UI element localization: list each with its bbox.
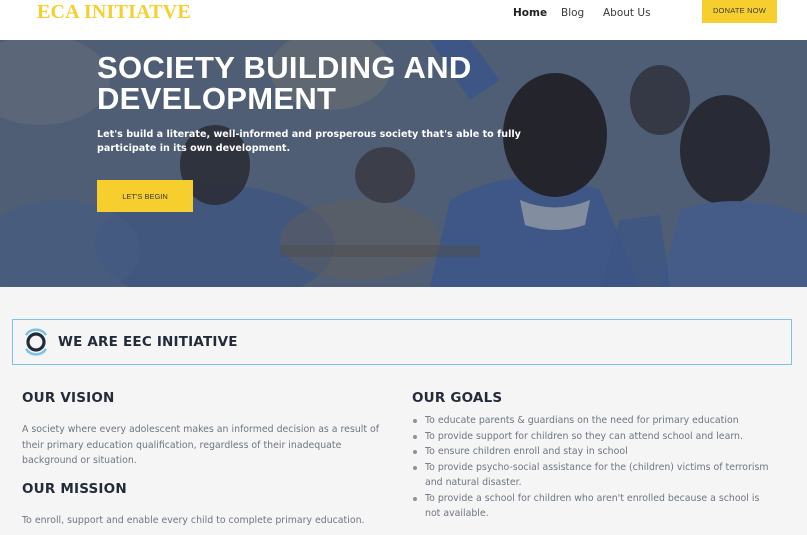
- lets-begin-button[interactable]: LET'S BEGIN: [97, 180, 193, 212]
- goals-list: To educate parents & guardians on the ne…: [412, 413, 772, 522]
- vision-text: A society where every adolescent makes a…: [22, 424, 380, 466]
- section-heading-box: WE ARE EEC INITIATIVE: [12, 319, 792, 365]
- main-nav: Home Blog About Us: [0, 7, 807, 21]
- circle-ring-icon: [24, 328, 48, 356]
- donate-now-button[interactable]: DONATE NOW: [702, 0, 777, 23]
- goals-heading: OUR GOALS: [412, 390, 503, 406]
- nav-about-us[interactable]: About Us: [603, 7, 651, 19]
- goal-item: To provide a school for children who are…: [412, 491, 772, 522]
- nav-blog[interactable]: Blog: [561, 7, 584, 19]
- section-title: WE ARE EEC INITIATIVE: [58, 334, 238, 350]
- mission-heading: OUR MISSION: [22, 481, 127, 497]
- mission-text: To enroll, support and enable every chil…: [22, 515, 365, 526]
- hero-title: SOCIETY BUILDING AND DEVELOPMENT: [97, 50, 472, 116]
- goal-item: To provide support for children so they …: [412, 429, 772, 445]
- goal-item: To educate parents & guardians on the ne…: [412, 413, 772, 429]
- goal-item: To ensure children enroll and stay in sc…: [412, 444, 772, 460]
- site-header: ECA INITIATVE Home Blog About Us DONATE …: [0, 0, 807, 40]
- goal-item: To provide psycho-social assistance for …: [412, 460, 772, 491]
- vision-heading: OUR VISION: [22, 390, 115, 406]
- hero-subtitle: Let's build a literate, well-informed an…: [97, 129, 521, 154]
- hero-banner: SOCIETY BUILDING AND DEVELOPMENT Let's b…: [0, 40, 807, 287]
- nav-home[interactable]: Home: [513, 7, 547, 19]
